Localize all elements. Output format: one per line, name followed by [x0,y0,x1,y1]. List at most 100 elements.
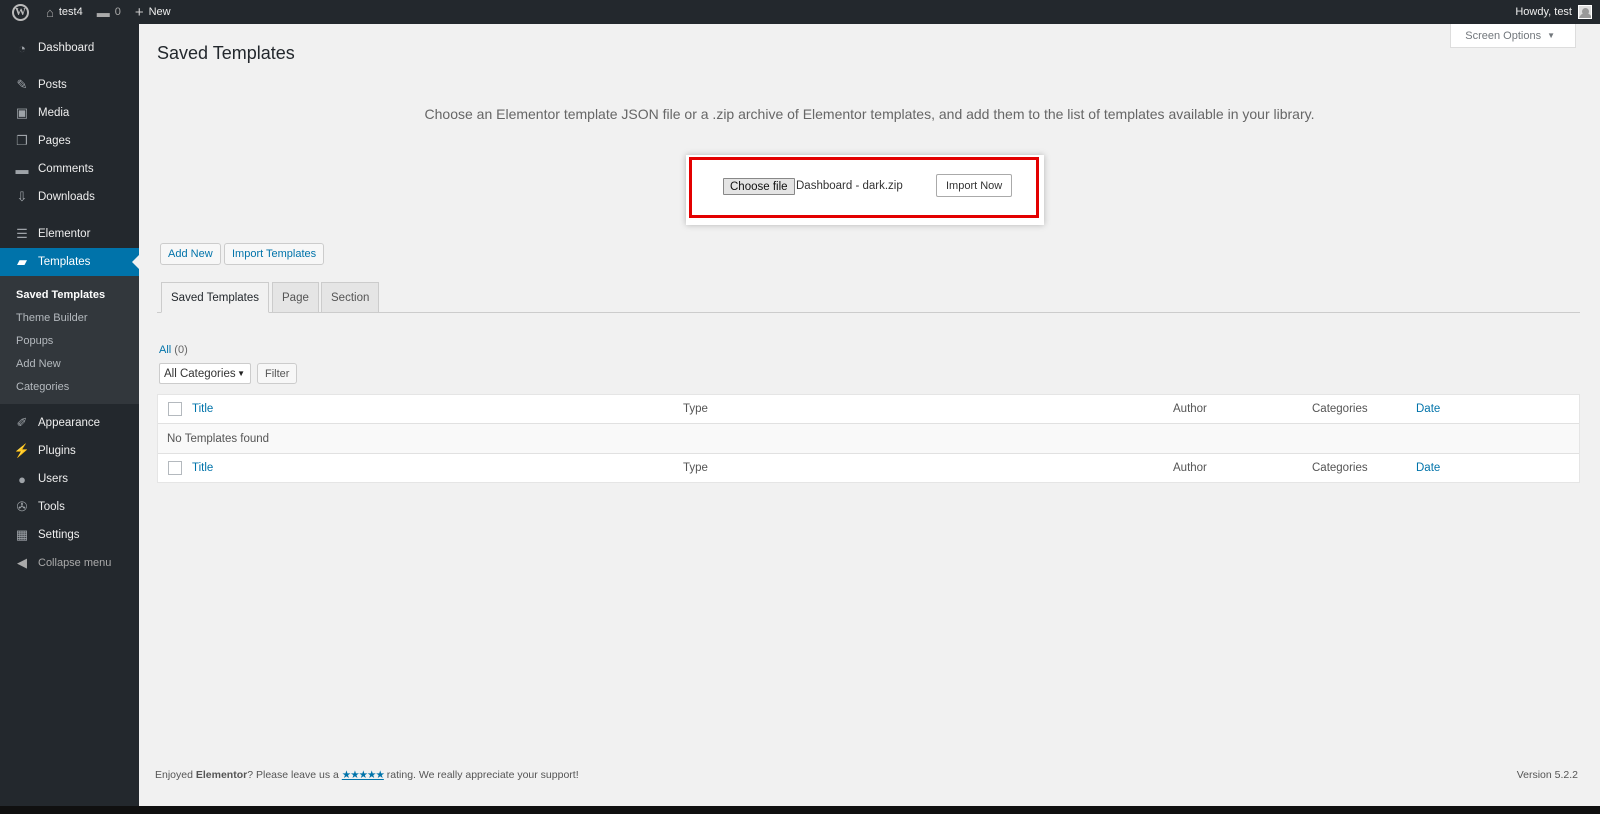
sidebar-item-label: Settings [38,529,80,541]
footer-brand: Elementor [195,769,248,781]
screen-options-label: Screen Options [1465,29,1542,42]
new-content-link[interactable]: + New [128,0,178,24]
sidebar-item-label: Users [38,473,69,485]
import-now-button[interactable]: Import Now [936,174,1013,197]
comment-icon: ▬ [15,161,29,177]
sidebar-item-label: Tools [38,501,65,513]
submenu-item-categories[interactable]: Categories [0,375,139,398]
comment-bubble-icon: ▬ [96,4,110,20]
sidebar-item-downloads[interactable]: ⇩ Downloads [0,183,139,211]
comments-count: 0 [114,6,121,18]
templates-submenu: Saved Templates Theme Builder Popups Add… [0,276,139,404]
dashboard-icon: ◔ [18,40,26,56]
sidebar-item-users[interactable]: ● Users [0,465,139,493]
rating-stars-link[interactable]: ★★★★★ [342,769,385,781]
tab-page[interactable]: Page [272,282,319,313]
sidebar-item-label: Downloads [38,191,95,203]
column-author: Author [1173,403,1207,415]
user-icon: ● [18,471,26,487]
import-templates-button[interactable]: Import Templates [224,243,325,265]
admin-bar: W ⌂ test4 ▬ 0 + New Howdy, test [0,0,1600,24]
import-form: Choose file Dashboard - dark.zip Import … [686,155,1044,225]
site-name: test4 [58,6,83,18]
sidebar-item-label: Comments [38,163,94,175]
view-all-count: (0) [174,344,188,356]
download-icon: ⇩ [16,189,28,204]
settings-icon: ▦ [15,527,29,542]
sidebar-item-settings[interactable]: ▦ Settings [0,521,139,549]
new-label: New [148,6,171,18]
filter-button[interactable]: Filter [257,363,298,384]
collapse-menu-label: Collapse menu [38,557,112,569]
sidebar-item-plugins[interactable]: ⚡ Plugins [0,437,139,465]
add-new-button[interactable]: Add New [160,243,221,265]
table-footer-row: Title Type Author Categories Date [158,453,1579,482]
table-header-row: Title Type Author Categories Date [158,395,1579,424]
select-all-checkbox-footer[interactable] [168,461,182,475]
choose-file-button[interactable]: Choose file [723,178,795,195]
select-all-checkbox[interactable] [168,402,182,416]
sidebar-item-dashboard[interactable]: ◔ Dashboard [0,34,139,62]
view-all-link[interactable]: All (0) [159,344,188,356]
wordpress-logo-button[interactable]: W [0,0,39,24]
site-name-link[interactable]: ⌂ test4 [39,0,90,24]
sidebar-item-tools[interactable]: ✇ Tools [0,493,139,521]
version-text: Version 5.2.2 [1516,769,1578,781]
plus-icon: + [134,3,144,21]
footer-prefix: Enjoyed [155,769,196,781]
view-all-label: All [159,344,172,356]
media-icon: ▣ [15,105,29,120]
plugin-icon: ⚡ [13,443,31,458]
submenu-item-theme-builder[interactable]: Theme Builder [0,306,139,329]
submenu-item-saved-templates[interactable]: Saved Templates [0,283,139,306]
main-content: Screen Options ▼ Saved Templates Choose … [139,24,1600,806]
column-date-footer[interactable]: Date [1416,462,1440,474]
templates-table: Title Type Author Categories Date No Tem… [157,394,1580,483]
column-date[interactable]: Date [1416,403,1440,415]
pin-icon: ✎ [16,77,28,92]
column-title[interactable]: Title [192,403,213,415]
caret-down-icon: ▼ [1547,31,1555,40]
footer-message: Enjoyed Elementor? Please leave us a ★★★… [155,769,579,781]
brush-icon: ✐ [16,415,28,430]
admin-sidebar: ◔ Dashboard ✎ Posts ▣ Media ❐ Pages ▬ Co… [0,24,139,806]
comments-link[interactable]: ▬ 0 [90,0,128,24]
submenu-item-popups[interactable]: Popups [0,329,139,352]
avatar-icon [1578,5,1592,19]
sidebar-item-media[interactable]: ▣ Media [0,99,139,127]
submenu-item-add-new[interactable]: Add New [0,352,139,375]
empty-message: No Templates found [167,432,270,445]
sidebar-item-appearance[interactable]: ✐ Appearance [0,409,139,437]
table-row: No Templates found [158,424,1579,453]
column-author-footer: Author [1173,462,1207,474]
pages-icon: ❐ [16,133,28,148]
column-categories-footer: Categories [1312,462,1368,474]
sidebar-item-label: Elementor [38,228,91,240]
sidebar-item-pages[interactable]: ❐ Pages [0,127,139,155]
column-type: Type [683,403,708,415]
sidebar-item-elementor[interactable]: ☰ Elementor [0,220,139,248]
sidebar-item-label: Plugins [38,445,76,457]
home-icon: ⌂ [46,4,54,20]
dropdown-arrow-icon: ▼ [237,369,245,378]
sidebar-item-label: Templates [38,256,91,268]
category-select-value: All Categories [164,367,236,380]
wrench-icon: ✇ [16,499,28,514]
screen-options-button[interactable]: Screen Options ▼ [1450,24,1576,48]
collapse-menu-button[interactable]: ◀ Collapse menu [0,549,139,577]
selected-file-name: Dashboard - dark.zip [796,180,903,192]
column-title-footer[interactable]: Title [192,462,213,474]
sidebar-item-templates[interactable]: ▰ Templates [0,248,139,276]
sidebar-item-label: Appearance [38,417,101,429]
category-select[interactable]: All Categories ▼ [159,363,251,384]
elementor-icon: ☰ [16,226,28,241]
tab-section[interactable]: Section [321,282,380,313]
column-type-footer: Type [683,462,708,474]
template-type-tabs: Saved Templates Page Section [157,282,1580,313]
sidebar-item-label: Posts [38,79,67,91]
tab-saved-templates[interactable]: Saved Templates [161,282,270,313]
sidebar-item-comments[interactable]: ▬ Comments [0,155,139,183]
account-menu[interactable]: Howdy, test [1508,0,1600,24]
sidebar-item-label: Dashboard [38,42,95,54]
sidebar-item-posts[interactable]: ✎ Posts [0,71,139,99]
